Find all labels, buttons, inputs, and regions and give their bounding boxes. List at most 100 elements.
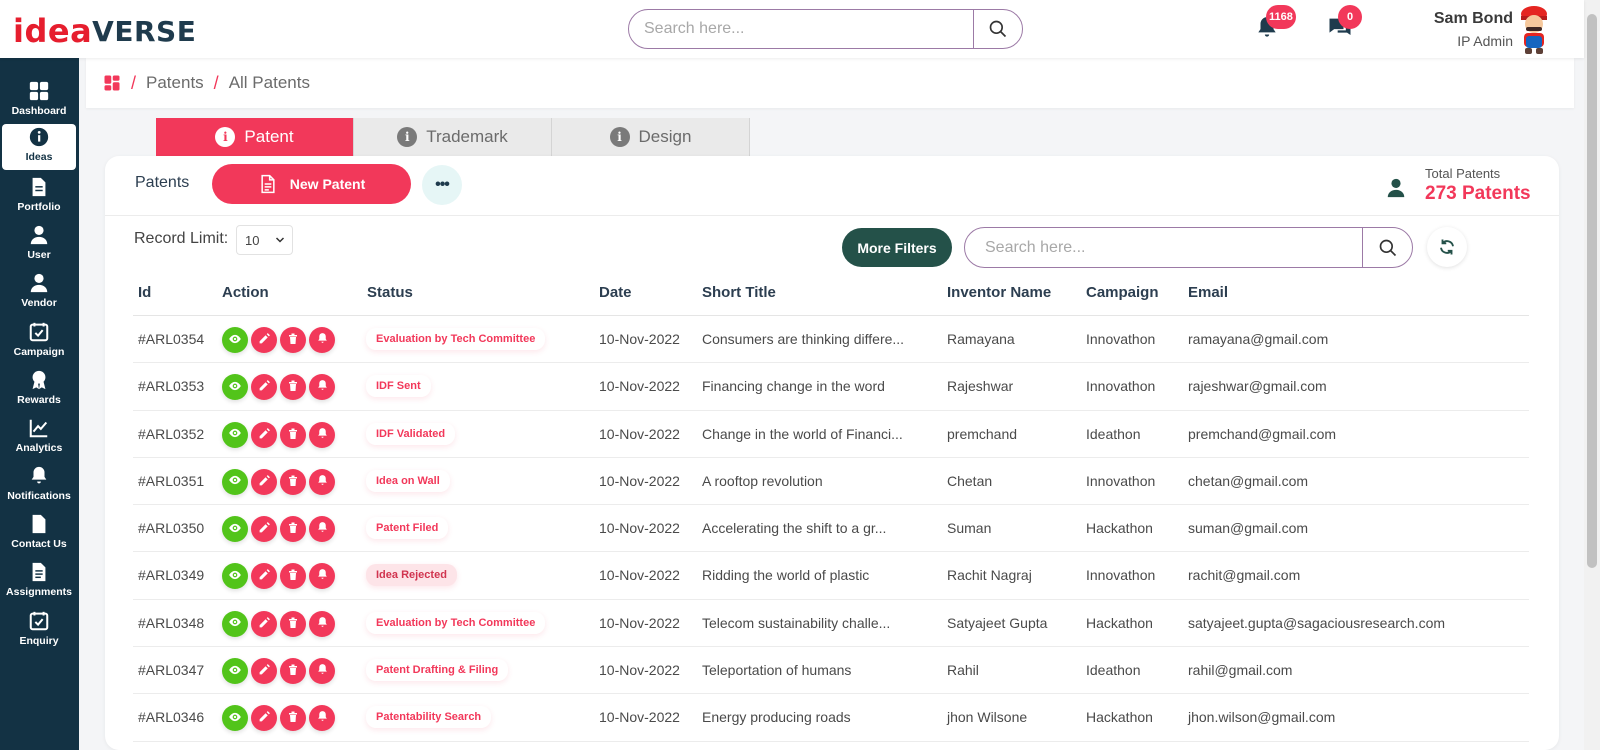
sidebar-item-ideas[interactable]: Ideas — [2, 124, 76, 170]
messages-button[interactable]: 0 — [1326, 5, 1362, 44]
dashboard-grid-icon[interactable] — [103, 74, 121, 92]
sidebar-item-user[interactable]: User — [2, 222, 76, 268]
view-button[interactable] — [222, 705, 248, 732]
sidebar-item-dashboard[interactable]: Dashboard — [2, 78, 76, 124]
view-button[interactable] — [222, 563, 248, 590]
tab-trademark[interactable]: i Trademark — [354, 118, 552, 156]
sidebar-item-rewards[interactable]: Rewards — [2, 367, 76, 413]
sidebar-item-vendor[interactable]: Vendor — [2, 270, 76, 316]
notify-button[interactable] — [309, 610, 335, 637]
delete-button[interactable] — [280, 327, 306, 353]
delete-button[interactable] — [280, 610, 306, 637]
notify-button[interactable] — [309, 705, 335, 732]
view-button[interactable] — [222, 421, 248, 448]
notify-button[interactable] — [309, 468, 335, 495]
cell-id[interactable]: #ARL0354 — [138, 331, 204, 347]
cell-id[interactable]: #ARL0351 — [138, 473, 204, 489]
cell-id[interactable]: #ARL0346 — [138, 709, 204, 725]
delete-button[interactable] — [280, 705, 306, 732]
cell-short-title[interactable]: Telecom sustainability challe... — [702, 615, 890, 631]
table-search-input[interactable] — [965, 228, 1360, 267]
app-logo[interactable]: idea VERSE — [13, 13, 196, 47]
column-header-inventor[interactable]: Inventor Name — [947, 284, 1051, 301]
avatar[interactable] — [1513, 2, 1555, 56]
cell-id[interactable]: #ARL0352 — [138, 426, 204, 442]
new-patent-button[interactable]: New Patent — [212, 164, 411, 204]
tab-patent[interactable]: i Patent — [156, 118, 354, 156]
tab-design[interactable]: i Design — [552, 118, 750, 156]
table-row[interactable]: #ARL0350 Patent Filed 10-Nov-2022 Accelerat… — [133, 505, 1529, 553]
view-button[interactable] — [222, 327, 248, 353]
column-header-status[interactable]: Status — [367, 284, 413, 301]
edit-button[interactable] — [251, 610, 277, 637]
table-row[interactable]: #ARL0354 Evaluation by Tech Committee 10-N… — [133, 316, 1529, 364]
cell-short-title[interactable]: Accelerating the shift to a gr... — [702, 520, 886, 536]
table-row[interactable]: #ARL0346 Patentability Search 10-Nov-2022 E… — [133, 694, 1529, 742]
cell-id[interactable]: #ARL0353 — [138, 378, 204, 394]
notify-button[interactable] — [309, 327, 335, 353]
scrollbar-thumb[interactable] — [1587, 14, 1597, 568]
delete-button[interactable] — [280, 658, 306, 685]
table-row[interactable]: #ARL0347 Patent Drafting & Filing 10-Nov-2… — [133, 647, 1529, 695]
view-button[interactable] — [222, 468, 248, 495]
more-options-button[interactable]: ••• — [422, 165, 462, 205]
cell-short-title[interactable]: Teleportation of humans — [702, 662, 851, 678]
sidebar-item-analytics[interactable]: Analytics — [2, 415, 76, 461]
cell-id[interactable]: #ARL0348 — [138, 615, 204, 631]
table-row[interactable]: #ARL0353 IDF Sent 10-Nov-2022 Financing cha… — [133, 363, 1529, 411]
table-row[interactable]: #ARL0352 IDF Validated 10-Nov-2022 Change i… — [133, 411, 1529, 458]
cell-id[interactable]: #ARL0350 — [138, 520, 204, 536]
view-button[interactable] — [222, 374, 248, 401]
sidebar-item-assignments[interactable]: Assignments — [2, 559, 76, 605]
edit-button[interactable] — [251, 421, 277, 448]
edit-button[interactable] — [251, 468, 277, 495]
edit-button[interactable] — [251, 563, 277, 590]
edit-button[interactable] — [251, 327, 277, 353]
cell-id[interactable]: #ARL0349 — [138, 567, 204, 583]
notify-button[interactable] — [309, 421, 335, 448]
more-filters-button[interactable]: More Filters — [842, 228, 952, 267]
column-header-short-title[interactable]: Short Title — [702, 284, 776, 301]
edit-button[interactable] — [251, 705, 277, 732]
edit-button[interactable] — [251, 374, 277, 401]
column-header-date[interactable]: Date — [599, 284, 632, 301]
delete-button[interactable] — [280, 563, 306, 590]
sidebar-item-notifications[interactable]: Notifications — [2, 463, 76, 509]
cell-id[interactable]: #ARL0347 — [138, 662, 204, 678]
delete-button[interactable] — [280, 374, 306, 401]
sidebar-item-contact-us[interactable]: Contact Us — [2, 511, 76, 557]
column-header-email[interactable]: Email — [1188, 284, 1228, 301]
edit-button[interactable] — [251, 658, 277, 685]
global-search-input[interactable] — [629, 10, 974, 48]
cell-short-title[interactable]: Ridding the world of plastic — [702, 567, 869, 583]
column-header-campaign[interactable]: Campaign — [1086, 284, 1159, 301]
delete-button[interactable] — [280, 421, 306, 448]
global-search-button[interactable] — [973, 10, 1022, 48]
view-button[interactable] — [222, 610, 248, 637]
delete-button[interactable] — [280, 516, 306, 543]
record-limit-select[interactable]: 10 — [236, 225, 293, 255]
table-search-button[interactable] — [1362, 228, 1412, 267]
table-row[interactable]: #ARL0351 Idea on Wall 10-Nov-2022 A rooftop… — [133, 458, 1529, 506]
cell-short-title[interactable]: Consumers are thinking differe... — [702, 331, 904, 347]
cell-short-title[interactable]: Change in the world of Financi... — [702, 426, 903, 442]
edit-button[interactable] — [251, 516, 277, 543]
column-header-id[interactable]: Id — [138, 284, 151, 301]
notify-button[interactable] — [309, 658, 335, 685]
page-scrollbar[interactable] — [1584, 0, 1600, 750]
sidebar-item-enquiry[interactable]: Enquiry — [2, 608, 76, 654]
notify-button[interactable] — [309, 563, 335, 590]
sidebar-item-portfolio[interactable]: Portfolio — [2, 174, 76, 220]
notify-button[interactable] — [309, 516, 335, 543]
user-name[interactable]: Sam Bond — [1385, 10, 1513, 28]
notifications-button[interactable]: 1168 — [1254, 5, 1296, 44]
sidebar-item-campaign[interactable]: Campaign — [2, 319, 76, 365]
cell-short-title[interactable]: A rooftop revolution — [702, 473, 823, 489]
table-row[interactable]: #ARL0348 Evaluation by Tech Committee 10-N… — [133, 600, 1529, 648]
refresh-button[interactable] — [1427, 227, 1467, 267]
view-button[interactable] — [222, 658, 248, 685]
cell-short-title[interactable]: Energy producing roads — [702, 709, 851, 725]
breadcrumb-patents[interactable]: Patents — [146, 73, 204, 93]
delete-button[interactable] — [280, 468, 306, 495]
table-row[interactable]: #ARL0349 Idea Rejected 10-Nov-2022 Ridding … — [133, 552, 1529, 600]
